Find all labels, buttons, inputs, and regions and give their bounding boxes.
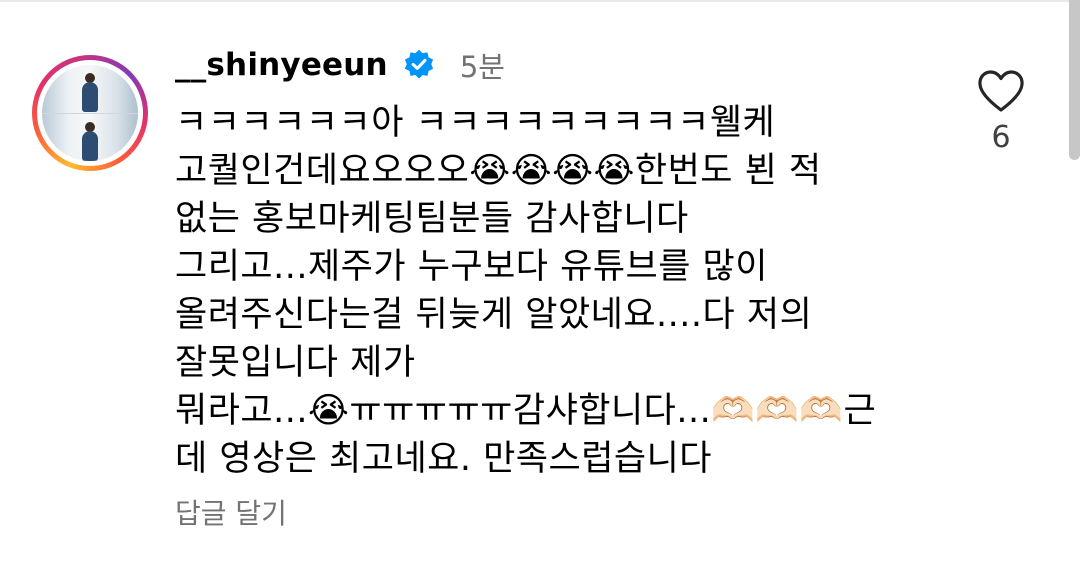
avatar-person-body xyxy=(82,82,98,112)
like-count: 6 xyxy=(991,120,1011,155)
username-link[interactable]: __shinyeeun xyxy=(175,47,388,83)
avatar[interactable] xyxy=(42,65,138,161)
comment-header: __shinyeeun 5분 xyxy=(175,42,505,88)
heart-outline-icon[interactable] xyxy=(976,68,1026,114)
verified-badge-icon xyxy=(404,49,433,79)
avatar-photo-top xyxy=(42,65,138,113)
scrollbar[interactable] xyxy=(1069,0,1080,160)
reply-button[interactable]: 답글 달기 xyxy=(175,492,287,532)
top-divider xyxy=(0,0,1080,2)
comment-text: ㅋㅋㅋㅋㅋㅋ아 ㅋㅋㅋㅋㅋㅋㅋㅋㅋ웰케 고퀄인건데요오오오😭😭😭😭한번도 뵌 적… xyxy=(175,103,877,479)
comment-timestamp: 5분 xyxy=(459,50,505,84)
avatar-photo-bottom xyxy=(42,113,138,161)
avatar-person-body xyxy=(82,131,98,161)
avatar-story-ring[interactable] xyxy=(32,55,148,171)
